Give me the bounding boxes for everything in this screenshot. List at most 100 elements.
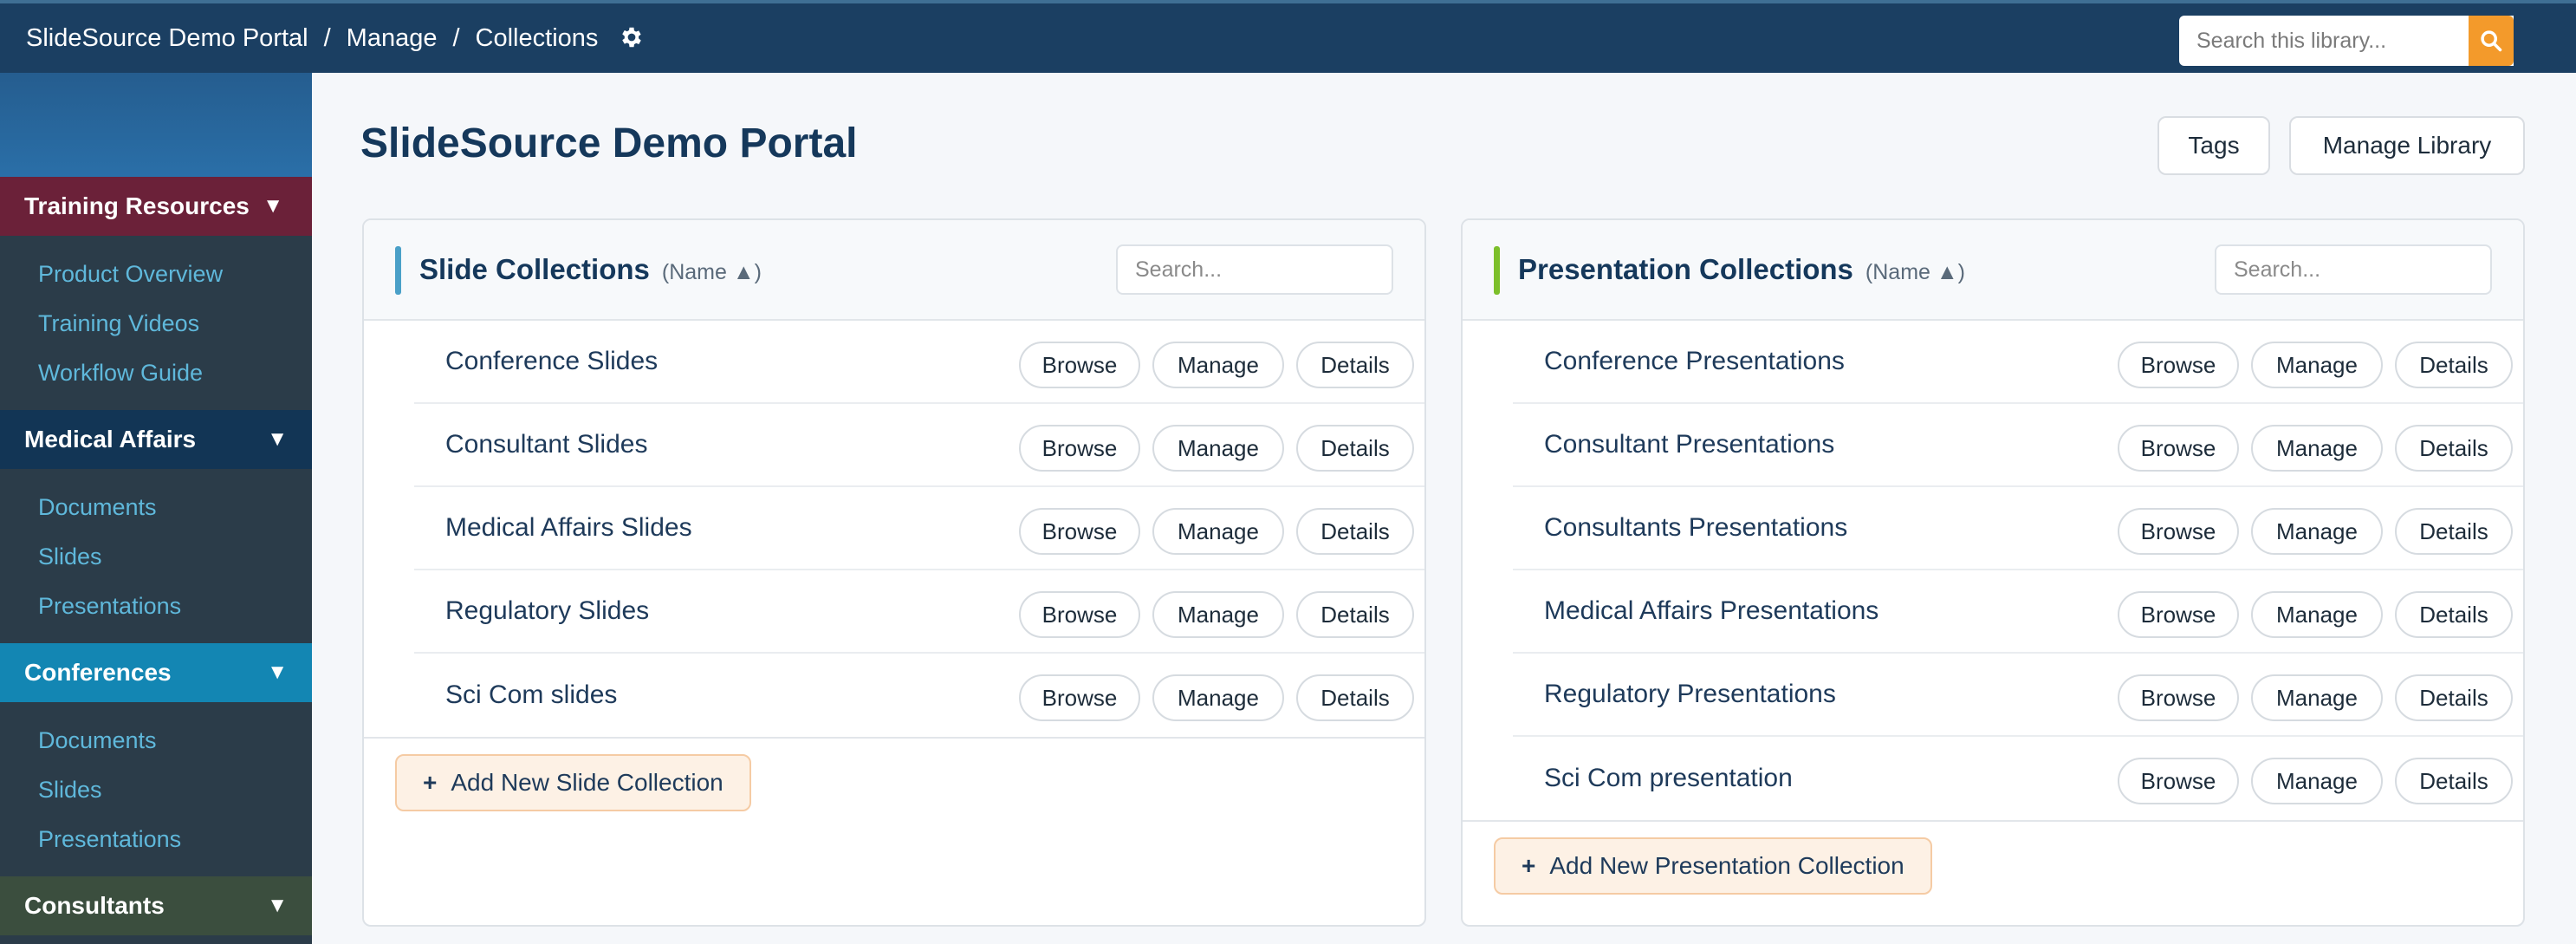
manage-button[interactable]: Manage <box>2251 425 2383 472</box>
details-button[interactable]: Details <box>2395 591 2513 638</box>
details-button[interactable]: Details <box>1296 508 1414 555</box>
details-button[interactable]: Details <box>1296 674 1414 721</box>
details-button[interactable]: Details <box>1296 425 1414 472</box>
collection-name[interactable]: Consultants Presentations <box>1544 513 1847 543</box>
details-button[interactable]: Details <box>2395 674 2513 721</box>
manage-button[interactable]: Manage <box>2251 508 2383 555</box>
manage-button[interactable]: Manage <box>2251 591 2383 638</box>
sort-toggle[interactable]: (Name ▲) <box>1865 260 1965 284</box>
manage-button[interactable]: Manage <box>1152 591 1284 638</box>
manage-button[interactable]: Manage <box>1152 508 1284 555</box>
sidebar-item-presentations[interactable]: Presentations <box>0 582 312 631</box>
breadcrumb-separator: / <box>452 23 460 52</box>
manage-button[interactable]: Manage <box>2251 674 2383 721</box>
collection-row: Sci Com presentation Browse Manage Details <box>1513 737 2523 820</box>
panel-accent-bar <box>395 246 401 295</box>
collection-row: Sci Com slides Browse Manage Details <box>414 654 1424 737</box>
collection-row: Regulatory Presentations Browse Manage Deta… <box>1513 654 2523 737</box>
sidebar-banner <box>0 73 312 177</box>
collection-name[interactable]: Conference Presentations <box>1544 347 1845 376</box>
collection-name[interactable]: Sci Com slides <box>445 680 617 710</box>
chevron-down-icon: ▼ <box>267 894 288 917</box>
sidebar-item-documents[interactable]: Documents <box>0 483 312 532</box>
manage-button[interactable]: Manage <box>2251 342 2383 388</box>
sidebar-section-training-resources[interactable]: Training Resources ▼ <box>0 177 312 236</box>
browse-button[interactable]: Browse <box>2118 508 2239 555</box>
sidebar-section-conferences[interactable]: Conferences ▼ <box>0 643 312 702</box>
browse-button[interactable]: Browse <box>1019 591 1140 638</box>
add-slide-collection-button[interactable]: + Add New Slide Collection <box>395 754 751 811</box>
collection-row: Regulatory Slides Browse Manage Details <box>414 570 1424 654</box>
browse-button[interactable]: Browse <box>2118 425 2239 472</box>
search-icon <box>2481 30 2502 52</box>
manage-button[interactable]: Manage <box>1152 425 1284 472</box>
slide-collections-search-input[interactable] <box>1116 244 1393 295</box>
collection-name[interactable]: Regulatory Presentations <box>1544 680 1836 709</box>
plus-icon: + <box>1522 852 1536 879</box>
collection-name[interactable]: Sci Com presentation <box>1544 764 1793 793</box>
add-button-label: Add New Slide Collection <box>451 769 723 796</box>
details-button[interactable]: Details <box>2395 758 2513 804</box>
sidebar-section-medical-affairs[interactable]: Medical Affairs ▼ <box>0 410 312 469</box>
browse-button[interactable]: Browse <box>1019 674 1140 721</box>
section-label: Medical Affairs <box>24 426 197 452</box>
sidebar-item-workflow-guide[interactable]: Workflow Guide <box>0 348 312 398</box>
search-button[interactable] <box>2469 16 2514 66</box>
browse-button[interactable]: Browse <box>1019 342 1140 388</box>
collection-row: Conference Presentations Browse Manage Deta… <box>1513 321 2523 404</box>
collection-name[interactable]: Medical Affairs Slides <box>445 513 692 543</box>
slide-collections-panel: Slide Collections (Name ▲) Conference Sli… <box>362 218 1426 927</box>
sidebar-item-presentations[interactable]: Presentations <box>0 815 312 864</box>
panel-title-text: Presentation Collections <box>1518 253 1853 285</box>
details-button[interactable]: Details <box>2395 342 2513 388</box>
top-bar: SlideSource Demo Portal / Manage / Colle… <box>0 0 2576 73</box>
panel-accent-bar <box>1494 246 1500 295</box>
sidebar-section-consultants[interactable]: Consultants ▼ <box>0 876 312 935</box>
browse-button[interactable]: Browse <box>2118 674 2239 721</box>
details-button[interactable]: Details <box>1296 591 1414 638</box>
sidebar-item-slides[interactable]: Slides <box>0 765 312 815</box>
panel-header: Slide Collections (Name ▲) <box>364 220 1424 321</box>
manage-button[interactable]: Manage <box>1152 674 1284 721</box>
section-label: Conferences <box>24 659 172 686</box>
gear-icon[interactable] <box>619 24 646 52</box>
browse-button[interactable]: Browse <box>2118 342 2239 388</box>
presentation-collections-search-input[interactable] <box>2215 244 2492 295</box>
sidebar-item-product-overview[interactable]: Product Overview <box>0 250 312 299</box>
collection-row: Medical Affairs Slides Browse Manage Detail… <box>414 487 1424 570</box>
collection-name[interactable]: Regulatory Slides <box>445 596 649 626</box>
collection-name[interactable]: Consultant Slides <box>445 430 647 459</box>
breadcrumb-separator: / <box>323 23 331 52</box>
browse-button[interactable]: Browse <box>1019 508 1140 555</box>
details-button[interactable]: Details <box>2395 425 2513 472</box>
panel-title-text: Slide Collections <box>419 253 650 285</box>
page-title: SlideSource Demo Portal <box>360 120 858 166</box>
collection-row: Consultant Presentations Browse Manage Deta… <box>1513 404 2523 487</box>
browse-button[interactable]: Browse <box>2118 591 2239 638</box>
manage-button[interactable]: Manage <box>2251 758 2383 804</box>
collection-name[interactable]: Medical Affairs Presentations <box>1544 596 1878 626</box>
panel-header: Presentation Collections (Name ▲) <box>1463 220 2523 321</box>
sort-toggle[interactable]: (Name ▲) <box>662 260 762 284</box>
browse-button[interactable]: Browse <box>1019 425 1140 472</box>
sidebar-item-documents[interactable]: Documents <box>0 716 312 765</box>
browse-button[interactable]: Browse <box>2118 758 2239 804</box>
chevron-down-icon: ▼ <box>263 194 283 218</box>
tags-button[interactable]: Tags <box>2157 116 2270 175</box>
collection-name[interactable]: Consultant Presentations <box>1544 430 1834 459</box>
breadcrumb-collections[interactable]: Collections <box>476 24 599 53</box>
sidebar-item-training-videos[interactable]: Training Videos <box>0 299 312 348</box>
add-presentation-collection-button[interactable]: + Add New Presentation Collection <box>1494 837 1932 895</box>
breadcrumb-manage[interactable]: Manage <box>347 24 438 53</box>
library-search <box>2179 16 2514 66</box>
collection-name[interactable]: Conference Slides <box>445 347 658 376</box>
manage-button[interactable]: Manage <box>1152 342 1284 388</box>
library-search-input[interactable] <box>2179 16 2514 66</box>
sidebar-item-slides[interactable]: Slides <box>0 532 312 582</box>
section-label: Training Resources <box>24 192 250 219</box>
sidebar: Training Resources ▼ Product Overview Tr… <box>0 73 312 944</box>
details-button[interactable]: Details <box>1296 342 1414 388</box>
details-button[interactable]: Details <box>2395 508 2513 555</box>
manage-library-button[interactable]: Manage Library <box>2289 116 2525 175</box>
breadcrumb-portal[interactable]: SlideSource Demo Portal <box>26 24 308 53</box>
